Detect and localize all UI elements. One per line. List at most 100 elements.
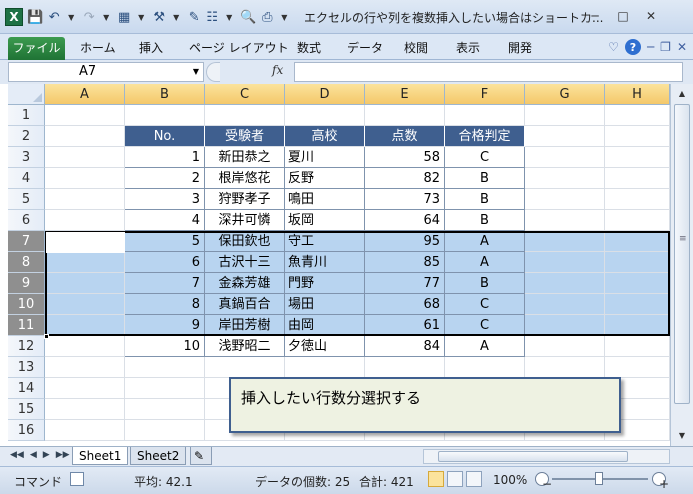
last-sheet-icon[interactable]: ▶▶ xyxy=(56,450,70,460)
cell[interactable] xyxy=(605,336,670,357)
cell[interactable] xyxy=(445,105,525,126)
borders-button[interactable]: ▦ xyxy=(116,7,132,27)
cell[interactable] xyxy=(45,105,125,126)
cell[interactable] xyxy=(45,315,125,336)
workbook-restore-icon[interactable]: ❐ xyxy=(660,40,671,54)
table-cell[interactable]: 58 xyxy=(365,147,445,168)
zoom-level[interactable]: 100% xyxy=(493,473,527,487)
table-cell[interactable]: 82 xyxy=(365,168,445,189)
table-cell[interactable]: 10 xyxy=(125,336,205,357)
table-cell[interactable]: C xyxy=(445,315,525,336)
cell[interactable] xyxy=(605,357,670,378)
table-cell[interactable]: 場田 xyxy=(285,294,365,315)
cell[interactable] xyxy=(45,126,125,147)
insert-sheet-button[interactable]: ✎ xyxy=(190,447,212,465)
column-header-a[interactable]: A xyxy=(45,84,125,105)
sheet-tab-sheet2[interactable]: Sheet2 xyxy=(130,447,187,465)
borders-dropdown[interactable]: ▼ xyxy=(133,7,149,27)
cell[interactable] xyxy=(525,210,605,231)
table-cell[interactable]: 保田欽也 xyxy=(205,231,285,252)
sheet-tab-sheet1[interactable]: Sheet1 xyxy=(72,447,129,465)
horizontal-scrollbar[interactable] xyxy=(423,449,670,464)
customize-toolbar-dropdown[interactable]: ▼ xyxy=(276,7,292,27)
table-cell[interactable]: 95 xyxy=(365,231,445,252)
name-box[interactable]: A7 ▼ xyxy=(8,62,204,82)
maximize-button[interactable]: □ xyxy=(609,6,637,26)
cell[interactable] xyxy=(45,273,125,294)
cell[interactable] xyxy=(205,357,285,378)
row-header-13[interactable]: 13 xyxy=(8,357,45,378)
tab-review[interactable]: 校閲 xyxy=(404,38,428,58)
cell[interactable] xyxy=(605,273,670,294)
cell[interactable] xyxy=(605,231,670,252)
table-cell[interactable]: C xyxy=(445,147,525,168)
cell[interactable] xyxy=(525,168,605,189)
cell[interactable] xyxy=(365,357,445,378)
table-cell[interactable]: 門野 xyxy=(285,273,365,294)
cell[interactable] xyxy=(45,210,125,231)
row-header-10[interactable]: 10 xyxy=(8,294,45,315)
scroll-up-icon[interactable]: ▲ xyxy=(674,86,690,102)
fill-color-button[interactable]: ⚒ xyxy=(151,7,167,27)
tab-home[interactable]: ホーム xyxy=(80,38,116,58)
table-cell[interactable]: 魚青川 xyxy=(285,252,365,273)
table-cell[interactable]: 4 xyxy=(125,210,205,231)
row-header-15[interactable]: 15 xyxy=(8,399,45,420)
table-cell[interactable]: 狩野孝子 xyxy=(205,189,285,210)
fill-handle[interactable] xyxy=(44,334,49,339)
row-header-14[interactable]: 14 xyxy=(8,378,45,399)
table-cell[interactable]: B xyxy=(445,168,525,189)
cell[interactable] xyxy=(45,336,125,357)
page-break-view-button[interactable] xyxy=(466,471,482,487)
cell[interactable] xyxy=(525,231,605,252)
table-cell[interactable]: 根岸悠花 xyxy=(205,168,285,189)
table-cell[interactable]: 夏川 xyxy=(285,147,365,168)
tab-developer[interactable]: 開発 xyxy=(508,38,532,58)
insert-function-icon[interactable]: fx xyxy=(272,63,283,77)
insert-dropdown[interactable]: ▼ xyxy=(221,7,237,27)
cell[interactable] xyxy=(125,105,205,126)
row-header-8[interactable]: 8 xyxy=(8,252,45,273)
cell[interactable] xyxy=(365,105,445,126)
cell[interactable] xyxy=(45,420,125,441)
first-sheet-icon[interactable]: ◀◀ xyxy=(10,450,24,460)
print-button[interactable]: ⎙ xyxy=(259,7,275,27)
vertical-scrollbar[interactable]: ▲ ≡ ▼ xyxy=(670,84,693,446)
table-cell[interactable]: B xyxy=(445,189,525,210)
table-cell[interactable]: B xyxy=(445,210,525,231)
cell[interactable] xyxy=(45,252,125,273)
redo-dropdown[interactable]: ▼ xyxy=(98,7,114,27)
row-header-4[interactable]: 4 xyxy=(8,168,45,189)
cell[interactable] xyxy=(205,105,285,126)
cell[interactable] xyxy=(605,105,670,126)
cell[interactable] xyxy=(445,357,525,378)
column-header-h[interactable]: H xyxy=(605,84,670,105)
cell[interactable] xyxy=(605,294,670,315)
select-all-corner[interactable] xyxy=(8,84,45,105)
tab-insert[interactable]: 挿入 xyxy=(139,38,163,58)
horizontal-scroll-thumb[interactable] xyxy=(438,451,628,462)
cell[interactable] xyxy=(45,294,125,315)
prev-sheet-icon[interactable]: ◀ xyxy=(30,450,37,460)
row-header-5[interactable]: 5 xyxy=(8,189,45,210)
column-header-d[interactable]: D xyxy=(285,84,365,105)
fill-color-dropdown[interactable]: ▼ xyxy=(168,7,184,27)
column-header-e[interactable]: E xyxy=(365,84,445,105)
insert-button[interactable]: ☷ xyxy=(204,7,220,27)
cell[interactable] xyxy=(525,294,605,315)
undo-dropdown[interactable]: ▼ xyxy=(63,7,79,27)
table-header-cell[interactable]: 合格判定 xyxy=(445,126,525,147)
table-cell[interactable]: 坂岡 xyxy=(285,210,365,231)
table-cell[interactable]: B xyxy=(445,273,525,294)
row-header-6[interactable]: 6 xyxy=(8,210,45,231)
excel-logo[interactable]: X xyxy=(4,7,24,27)
table-cell[interactable]: C xyxy=(445,294,525,315)
macro-record-icon[interactable] xyxy=(70,472,84,486)
table-cell[interactable]: 84 xyxy=(365,336,445,357)
table-cell[interactable]: 7 xyxy=(125,273,205,294)
table-cell[interactable]: 6 xyxy=(125,252,205,273)
tab-file[interactable]: ファイル xyxy=(8,37,65,60)
page-layout-view-button[interactable] xyxy=(447,471,463,487)
workbook-close-icon[interactable]: ✕ xyxy=(677,40,687,54)
cell[interactable] xyxy=(525,273,605,294)
